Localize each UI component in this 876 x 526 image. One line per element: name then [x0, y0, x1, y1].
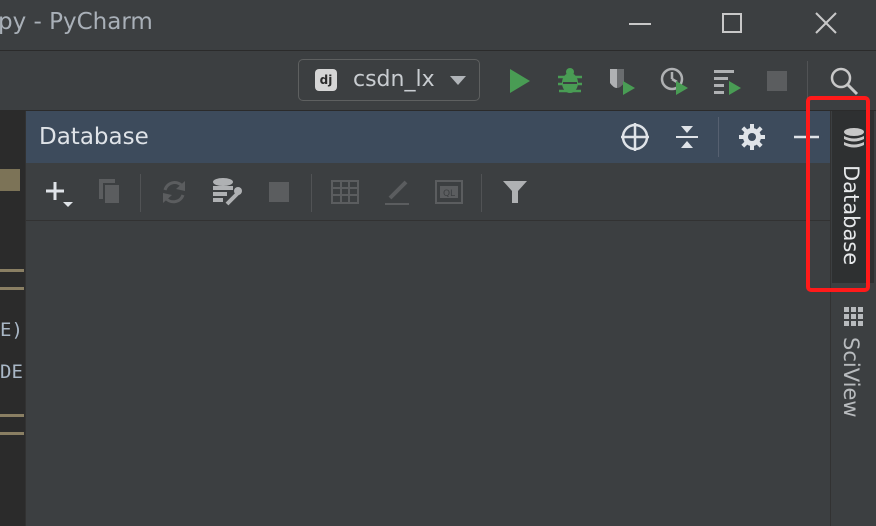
close-button[interactable]	[812, 10, 842, 38]
run-with-coverage-button[interactable]	[606, 65, 638, 97]
copy-icon	[99, 179, 121, 205]
filter-button[interactable]	[499, 176, 531, 208]
database-toolbar: QL	[26, 164, 831, 221]
grid-icon	[844, 307, 863, 326]
close-icon	[815, 12, 837, 34]
panel-settings-button[interactable]	[736, 121, 768, 153]
refresh-icon	[163, 181, 185, 204]
stop-query-button[interactable]	[263, 176, 295, 208]
editor-gutter-marker	[0, 287, 24, 290]
collapse-all-button[interactable]	[671, 121, 703, 153]
stop-button[interactable]	[761, 65, 793, 97]
sql-console-icon: QL	[435, 180, 463, 204]
pencil-icon	[385, 180, 409, 205]
run-button[interactable]	[503, 65, 535, 97]
navigation-toolbar: dj csdn_lx	[0, 51, 876, 111]
profile-button[interactable]	[659, 65, 691, 97]
new-button[interactable]	[41, 176, 73, 208]
query-console-button[interactable]: QL	[433, 176, 465, 208]
editor-gutter-marker	[0, 432, 24, 435]
editor-gutter-marker	[0, 269, 24, 272]
editor-code-fragment: E)	[0, 319, 23, 341]
database-wrench-icon	[213, 178, 242, 206]
stripe-tab-label: Database	[839, 165, 863, 266]
stop-icon	[767, 71, 787, 91]
run-configuration-selector[interactable]: dj csdn_lx	[298, 59, 480, 101]
divider	[311, 174, 312, 212]
duplicate-button[interactable]	[94, 176, 126, 208]
run-icon	[510, 69, 530, 93]
window-title: py - PyCharm	[0, 9, 153, 35]
search-everywhere-button[interactable]	[828, 65, 860, 97]
hide-panel-button[interactable]	[791, 121, 823, 153]
divider	[718, 117, 719, 157]
debug-button[interactable]	[554, 65, 586, 97]
stop-icon	[269, 182, 289, 202]
editor-area[interactable]: E) DE	[0, 111, 25, 526]
title-bar: py - PyCharm	[0, 0, 876, 50]
editor-tab-marker	[0, 169, 20, 191]
concurrency-diagram-button[interactable]	[712, 65, 744, 97]
table-icon	[331, 180, 359, 204]
minimize-button[interactable]	[626, 10, 656, 38]
scroll-from-source-button[interactable]	[619, 121, 651, 153]
concurrency-icon	[714, 70, 741, 95]
bug-icon	[558, 68, 582, 93]
gear-icon	[739, 124, 765, 150]
database-panel-header: Database	[26, 111, 831, 163]
database-tree[interactable]	[26, 221, 831, 526]
divider	[140, 174, 141, 212]
coverage-icon	[610, 69, 635, 95]
panel-title: Database	[39, 124, 149, 150]
minus-icon	[794, 135, 819, 139]
search-icon	[830, 67, 859, 96]
edit-source-button[interactable]	[381, 176, 413, 208]
collapse-all-icon	[676, 126, 698, 148]
table-editor-button[interactable]	[329, 176, 361, 208]
stripe-tab-label: SciView	[839, 337, 863, 418]
refresh-button[interactable]	[158, 176, 190, 208]
plus-icon	[46, 182, 73, 207]
stripe-tab-database[interactable]: Database	[832, 111, 874, 283]
svg-text:QL: QL	[443, 189, 455, 199]
right-tool-stripe: Database SciView	[830, 111, 876, 526]
run-configuration-label: csdn_lx	[353, 67, 435, 92]
divider	[807, 61, 808, 101]
data-source-properties-button[interactable]	[211, 176, 243, 208]
editor-code-fragment: DE	[0, 361, 23, 383]
stripe-tab-sciview[interactable]: SciView	[832, 299, 874, 429]
minimize-icon	[629, 23, 651, 25]
editor-gutter-marker	[0, 414, 24, 417]
divider	[481, 174, 482, 212]
filter-icon	[503, 181, 527, 203]
database-icon	[844, 128, 864, 148]
chevron-down-icon	[450, 76, 466, 85]
profiler-icon	[660, 67, 688, 95]
database-tool-window: Database QL	[25, 111, 831, 526]
maximize-button[interactable]	[718, 10, 748, 38]
maximize-icon	[722, 13, 742, 33]
django-icon: dj	[315, 69, 337, 91]
crosshair-icon	[621, 123, 649, 151]
